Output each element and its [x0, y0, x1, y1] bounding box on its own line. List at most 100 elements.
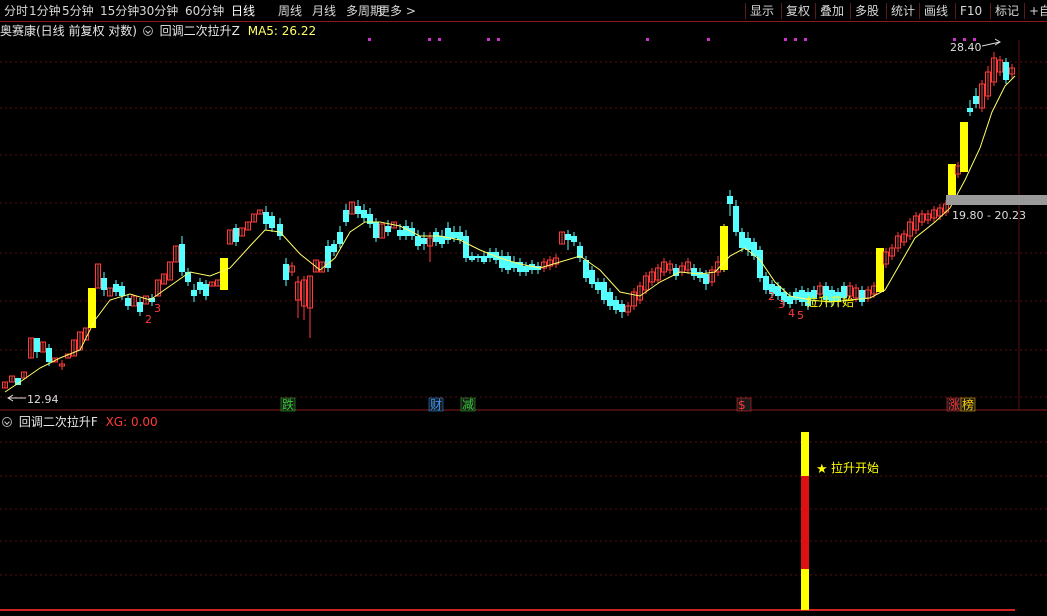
candle-body [337, 232, 343, 244]
dot-marker [707, 38, 710, 41]
high-price-label: 28.40 [950, 41, 982, 54]
candle-body [967, 108, 973, 112]
candle-body [565, 234, 571, 240]
candle-body [1003, 62, 1009, 80]
wave-count-label: 3 [154, 302, 161, 315]
candle-body [343, 210, 349, 222]
candle-body [793, 292, 799, 300]
candle-body [433, 232, 439, 242]
candle-body [595, 282, 601, 290]
signal-bar [960, 122, 968, 172]
dot-marker [794, 38, 797, 41]
candle-body [373, 222, 379, 238]
candle-body [137, 302, 143, 312]
sub-signal-bar-bottom [801, 569, 809, 610]
wave-count-label: 2 [768, 290, 775, 303]
candle-body [451, 232, 457, 238]
event-marker: 财 [430, 398, 442, 412]
candle-body [457, 232, 463, 240]
candle-body [601, 282, 607, 300]
candle-body [733, 206, 739, 232]
signal-bar [220, 258, 228, 290]
candle-body [703, 274, 709, 284]
candle-body [799, 290, 805, 302]
wave-count-label: 2 [145, 313, 152, 326]
candle-body [859, 290, 865, 302]
candle-body [361, 210, 367, 218]
candle-body [697, 272, 703, 278]
low-price-label: 12.94 [27, 393, 59, 406]
candle-body [505, 256, 511, 270]
candle-body [203, 284, 209, 296]
ma5-line [4, 75, 1016, 393]
dot-marker [804, 38, 807, 41]
sub-signal-bar-mid [801, 476, 809, 569]
candlesticks [2, 52, 1015, 389]
candle-body [415, 236, 421, 246]
arrow-head [994, 38, 1001, 46]
candle-body [469, 256, 475, 260]
dot-marker [646, 38, 649, 41]
sub-signal-bar-top [801, 432, 809, 476]
sub-signal-text: 拉升开始 [831, 460, 879, 475]
kline-chart[interactable]: 28.4012.9419.80 - 20.2323234 5拉升开始跌财减 $ 涨榜★… [0, 0, 1047, 616]
star-icon: ★ [816, 462, 828, 477]
signal-bar [88, 288, 96, 328]
candle-body [775, 286, 781, 296]
candle-body [589, 270, 595, 284]
event-marker: 涨 [948, 397, 960, 412]
range-bar [946, 195, 1047, 205]
candle-body [571, 236, 577, 242]
range-label: 19.80 - 20.23 [952, 209, 1026, 222]
candle-body [973, 96, 979, 104]
candle-body [523, 266, 529, 272]
ma-line [4, 75, 1016, 393]
wave-count-label: 3 [778, 298, 785, 311]
dot-marker [438, 38, 441, 41]
candle-body [331, 244, 337, 252]
signal-bar [948, 164, 956, 196]
candle-body [113, 284, 119, 292]
event-marker: 榜 [962, 397, 974, 412]
event-marker: $ [738, 398, 746, 412]
candle-body [385, 226, 391, 232]
candle-body [739, 232, 745, 248]
candle-body [197, 282, 203, 290]
candle-body [787, 296, 793, 304]
candle-body [233, 228, 239, 242]
dot-marker [784, 38, 787, 41]
signal-text: 拉升开始 [806, 294, 854, 309]
candle-body [613, 300, 619, 310]
dot-marker [428, 38, 431, 41]
dot-marker [497, 38, 500, 41]
candle-body [355, 206, 361, 214]
candle-body [727, 196, 733, 204]
candle-body [757, 250, 763, 278]
chart-marks: 28.4012.9419.80 - 20.2323234 5拉升开始跌财减 $ 涨榜★… [7, 38, 1047, 610]
candle-body [263, 212, 269, 224]
signal-bar [720, 226, 728, 270]
dot-marker [368, 38, 371, 41]
candle-body [34, 338, 40, 352]
candle-body [119, 286, 125, 296]
dot-marker [487, 38, 490, 41]
candle-body [283, 264, 289, 280]
candle-body [481, 256, 487, 262]
wave-count-label: 5 [797, 309, 804, 322]
candle-body [691, 268, 697, 276]
candle-body [475, 256, 481, 258]
candle-body [179, 244, 185, 272]
event-marker: 跌 [282, 397, 294, 412]
candle-body [101, 278, 107, 290]
candle-body [763, 276, 769, 290]
candle-body [269, 216, 275, 228]
candle-body [619, 304, 625, 312]
candle-body [583, 260, 589, 278]
candle-body [397, 230, 403, 236]
grid-lines [0, 40, 1047, 611]
candle-body [607, 292, 613, 306]
candle-body [46, 348, 52, 362]
event-marker: 减 [462, 398, 474, 412]
candle-body [421, 238, 427, 244]
wave-count-label: 4 [788, 307, 795, 320]
